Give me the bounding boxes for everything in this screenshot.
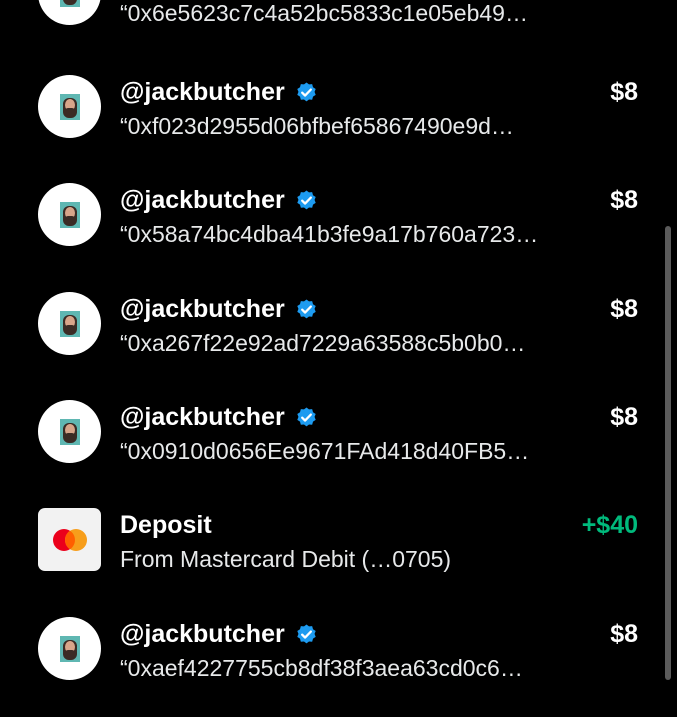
user-avatar-icon — [38, 75, 101, 138]
verified-badge-icon — [295, 298, 318, 321]
transaction-row[interactable]: @jackbutcher “0xf023d2955d06bfbef6586749… — [0, 75, 660, 175]
transaction-amount: $8 — [610, 403, 638, 431]
mastercard-icon — [38, 508, 101, 571]
deposit-label: Deposit — [120, 511, 212, 539]
username[interactable]: @jackbutcher — [120, 294, 285, 324]
user-avatar-icon — [38, 292, 101, 355]
transaction-title: Deposit — [120, 510, 212, 540]
scrollbar[interactable] — [665, 226, 671, 680]
transaction-row[interactable]: @jackbutcher “0x0910d0656Ee9671FAd418d40… — [0, 400, 660, 500]
transaction-row[interactable]: @jackbutcher “0x58a74bc4dba41b3fe9a17b76… — [0, 183, 660, 283]
transaction-memo: “0xa267f22e92ad7229a63588c5b0b0… — [120, 330, 526, 356]
transaction-amount: $8 — [610, 78, 638, 106]
transaction-memo: “0x58a74bc4dba41b3fe9a17b760a723… — [120, 221, 539, 247]
verified-badge-icon — [295, 81, 318, 104]
transaction-amount: +$40 — [581, 511, 638, 539]
user-avatar-icon — [38, 0, 101, 25]
transaction-title: @jackbutcher — [120, 619, 318, 649]
verified-badge-icon — [295, 189, 318, 212]
transaction-memo: “0x6e5623c7c4a52bc5833c1e05eb49… — [120, 0, 528, 26]
transaction-row[interactable]: “0x6e5623c7c4a52bc5833c1e05eb49… — [0, 0, 660, 62]
transaction-list: “0x6e5623c7c4a52bc5833c1e05eb49… @jackbu… — [0, 0, 677, 681]
user-avatar-icon — [38, 183, 101, 246]
transaction-title: @jackbutcher — [120, 185, 318, 215]
transaction-title: @jackbutcher — [120, 402, 318, 432]
username[interactable]: @jackbutcher — [120, 619, 285, 649]
username[interactable]: @jackbutcher — [120, 185, 285, 215]
transaction-amount: $8 — [610, 186, 638, 214]
user-avatar-icon — [38, 617, 101, 680]
username[interactable]: @jackbutcher — [120, 77, 285, 107]
transaction-title: @jackbutcher — [120, 77, 318, 107]
transaction-memo: “0x0910d0656Ee9671FAd418d40FB5… — [120, 438, 530, 464]
transaction-memo: “0xf023d2955d06bfbef65867490e9d… — [120, 113, 514, 139]
transaction-row[interactable]: @jackbutcher “0xa267f22e92ad7229a63588c5… — [0, 292, 660, 392]
verified-badge-icon — [295, 623, 318, 646]
transaction-memo: “0xaef4227755cb8df38f3aea63cd0c6… — [120, 655, 523, 681]
transaction-amount: $8 — [610, 295, 638, 323]
deposit-row[interactable]: Deposit From Mastercard Debit (…0705) +$… — [0, 508, 660, 608]
deposit-source: From Mastercard Debit (…0705) — [120, 546, 452, 572]
transaction-row[interactable]: @jackbutcher “0xaef4227755cb8df38f3aea63… — [0, 617, 660, 717]
verified-badge-icon — [295, 406, 318, 429]
transaction-title: @jackbutcher — [120, 294, 318, 324]
user-avatar-icon — [38, 400, 101, 463]
username[interactable]: @jackbutcher — [120, 402, 285, 432]
transaction-amount: $8 — [610, 620, 638, 648]
